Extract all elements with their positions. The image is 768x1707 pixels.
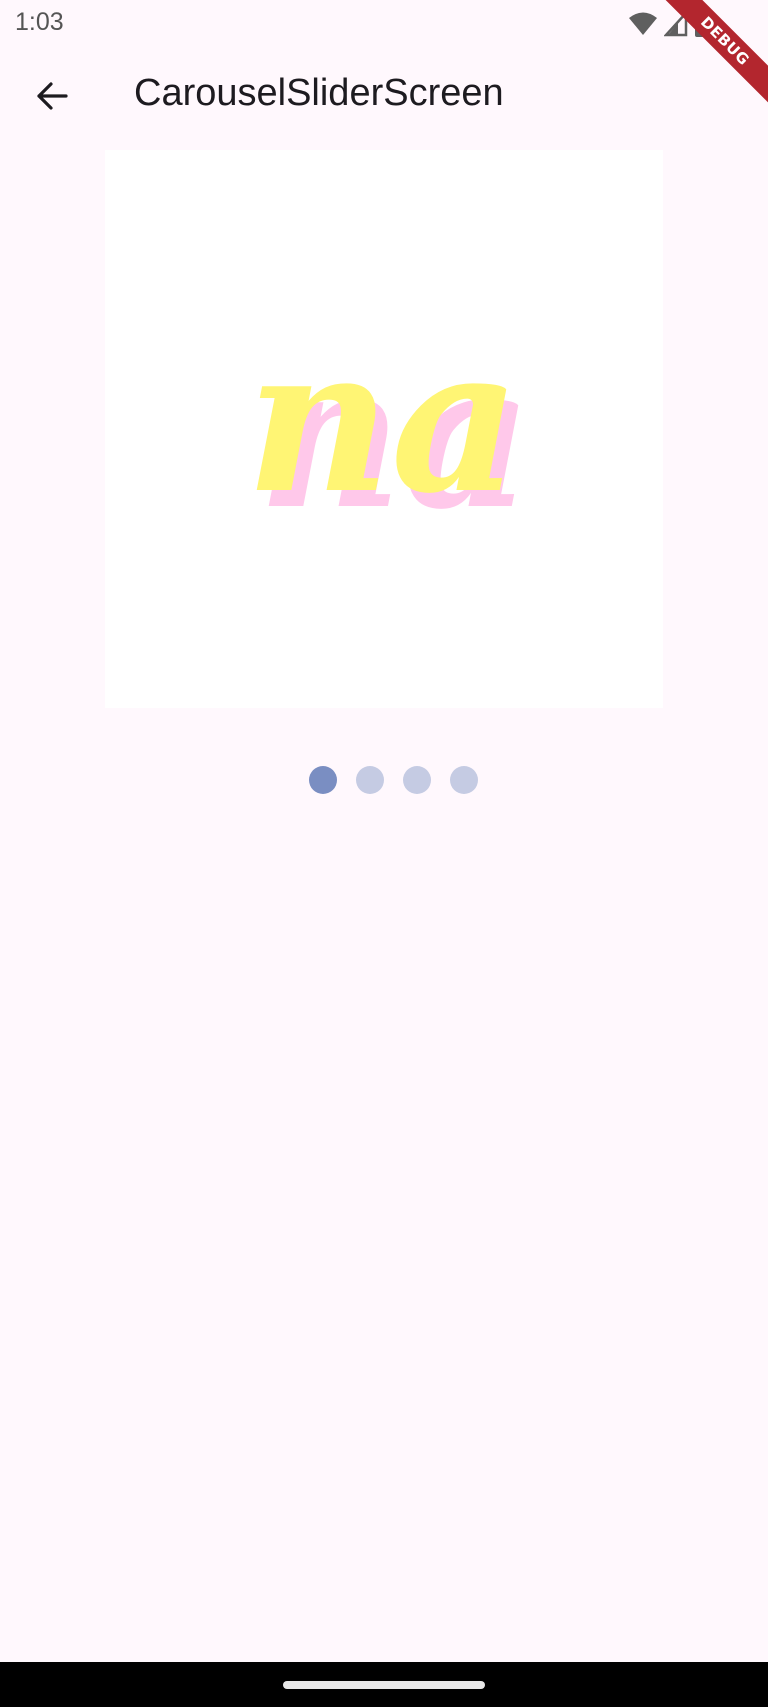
slide-text: na [246, 303, 521, 538]
carousel-indicators [0, 766, 768, 794]
back-button[interactable] [20, 68, 84, 124]
page-title: CarouselSliderScreen [134, 72, 504, 114]
system-nav-bar [0, 1662, 768, 1707]
carousel-dot-3[interactable] [402, 766, 431, 794]
status-bar: 1:03 [0, 0, 768, 48]
carousel-slide-image: na na [246, 303, 533, 554]
status-time: 1:03 [15, 8, 64, 36]
home-indicator[interactable] [283, 1681, 485, 1689]
app-bar: CarouselSliderScreen [0, 48, 768, 146]
arrow-back-icon [37, 82, 68, 110]
carousel-dot-1[interactable] [308, 766, 337, 794]
carousel-dot-4[interactable] [449, 766, 478, 794]
wifi-icon [629, 12, 657, 35]
carousel-dot-2[interactable] [355, 766, 384, 794]
carousel-slider[interactable]: na na [105, 150, 663, 708]
